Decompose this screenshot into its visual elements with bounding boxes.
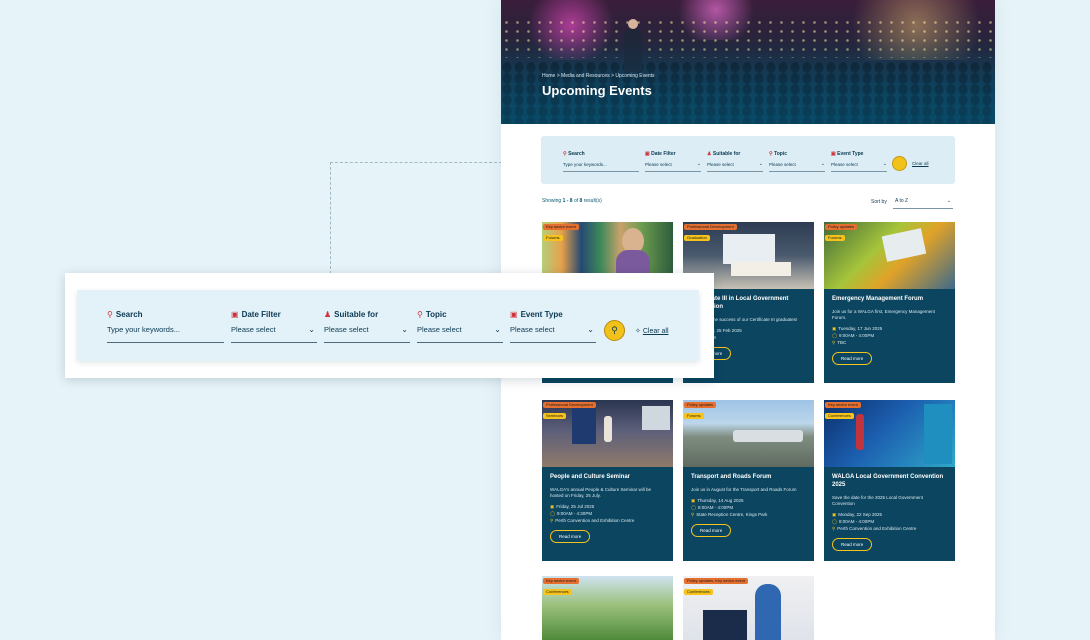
chevron-down-icon: ⌄ [401,325,408,334]
event-card[interactable]: Policy updates Forums Transport and Road… [683,400,814,561]
mini-clear-all-link[interactable]: Clear all [912,161,929,166]
category-tag: Policy updates [684,402,717,408]
event-image: Professional Development Seminars [542,400,673,467]
search-field[interactable]: ⚲ Search Type your keywords... [107,310,224,343]
category-tag: Key sector event [543,578,579,584]
event-image: Key sector event Conferences [542,576,673,640]
location-pin-icon: ⚲ [691,512,695,517]
calendar-icon: ▣ [691,498,696,503]
calendar-icon: ▣ [510,310,518,319]
topic-select[interactable]: ⚲ Topic Please select ⌄ [417,310,503,343]
type-tag: Forums [825,235,845,241]
type-tag: Conferences [684,589,713,595]
mini-topic-select[interactable]: ⚲ Topic Please select ⌄ [769,151,825,172]
event-title: Transport and Roads Forum [691,474,772,480]
page-title: Upcoming Events [542,83,652,98]
event-card[interactable]: Policy updates Forums Emergency Manageme… [824,222,955,383]
category-tag: Professional Development [543,402,596,408]
event-type-select[interactable]: ▣ Event Type Please select ⌄ [510,310,596,343]
type-tag: Forums [543,235,563,241]
search-submit-button[interactable]: ⚲ [604,320,625,341]
mini-type-select[interactable]: ▣ Event Type Please select ⌄ [831,151,887,172]
suitable-for-select[interactable]: ♟ Suitable for Please select ⌄ [324,310,410,343]
search-icon: ⚲ [107,310,113,319]
read-more-button[interactable]: Read more [691,524,732,537]
chevron-down-icon: ⌄ [946,198,951,204]
chevron-down-icon: ⌄ [308,325,315,334]
event-image: Policy updates, Key sector event Confere… [683,576,814,640]
results-count: Showing 1 - 8 of 8 result(s) [542,198,602,204]
event-card[interactable]: Professional Development Seminars People… [542,400,673,561]
calendar-icon: ▣ [550,504,555,509]
connector-line-vertical [330,162,331,274]
filter-bar-zoom: ⚲ Search Type your keywords... ▣ Date Filt… [65,273,714,378]
event-image: Policy updates Forums [683,400,814,467]
location-pin-icon: ⚲ [832,526,836,531]
event-description: WALGA's annual People & Culture Seminar … [550,487,651,498]
location-pin-icon: ⚲ [550,518,554,523]
type-tag: Conferences [543,589,572,595]
category-tag: Key sector event [543,224,579,230]
person-icon: ♟ [324,310,332,319]
type-tag: Seminars [543,413,566,419]
event-card[interactable]: Key sector event Conferences [542,576,673,640]
event-card[interactable]: Key sector event Conferences WALGA Local… [824,400,955,561]
chevron-down-icon: ⌄ [494,325,501,334]
category-tag: Professional Development [684,224,737,230]
breadcrumb[interactable]: Home > Media and Resources > Upcoming Ev… [542,73,655,79]
clock-icon: ◯ [691,505,697,510]
connector-line [330,162,502,163]
event-description: Join us in August for the Transport and … [691,487,797,492]
sort-label: Sort by [871,199,887,205]
type-tag: Graduation [684,235,710,241]
location-pin-icon: ⚲ [832,340,836,345]
chevron-down-icon: ⌄ [587,325,594,334]
clock-icon: ◯ [550,511,556,516]
location-pin-icon: ⚲ [417,310,423,319]
event-title: People and Culture Seminar [550,474,631,480]
read-more-button[interactable]: Read more [832,352,873,365]
sort-select[interactable]: A to Z ⌄ [893,196,953,209]
mini-search-field[interactable]: ⚲ Search Type your keywords... [563,151,639,172]
clear-all-link[interactable]: ✧ Clear all [635,327,669,335]
event-title: Emergency Management Forum [832,296,924,302]
search-icon: ⚲ [611,325,618,335]
type-tag: Forums [684,413,704,419]
hero-banner: Home > Media and Resources > Upcoming Ev… [501,0,995,124]
mini-date-select[interactable]: ▣ Date Filter Please select ⌄ [645,151,701,172]
event-description: Save the date for the 2025 Local Governm… [832,495,924,506]
event-title: WALGA Local Government Convention 2025 [832,474,944,488]
clock-icon: ◯ [832,519,838,524]
category-tag: Key sector event [825,402,861,408]
event-card[interactable]: Policy updates, Key sector event Confere… [683,576,814,640]
category-tag: Policy updates, Key sector event [684,578,749,584]
event-image: Policy updates Forums [824,222,955,289]
category-tag: Policy updates [825,224,858,230]
clock-icon: ◯ [832,333,838,338]
calendar-icon: ▣ [832,326,837,331]
search-input[interactable]: Type your keywords... [107,325,224,334]
filter-bar-preview: ⚲ Search Type your keywords... ▣ Date Fi… [541,136,955,184]
type-tag: Conferences [825,413,854,419]
read-more-button[interactable]: Read more [550,530,591,543]
read-more-button[interactable]: Read more [832,538,873,551]
event-image: Key sector event Conferences [824,400,955,467]
calendar-icon: ▣ [231,310,239,319]
filter-panel: ⚲ Search Type your keywords... ▣ Date Filt… [77,290,699,361]
mini-search-button[interactable] [892,156,907,171]
event-description: Join us for a WALGA first, Emergency Man… [832,309,935,320]
mini-suitable-select[interactable]: ♟ Suitable for Please select ⌄ [707,151,763,172]
broom-icon: ✧ [635,328,641,335]
date-filter-select[interactable]: ▣ Date Filter Please select ⌄ [231,310,317,343]
calendar-icon: ▣ [832,512,837,517]
